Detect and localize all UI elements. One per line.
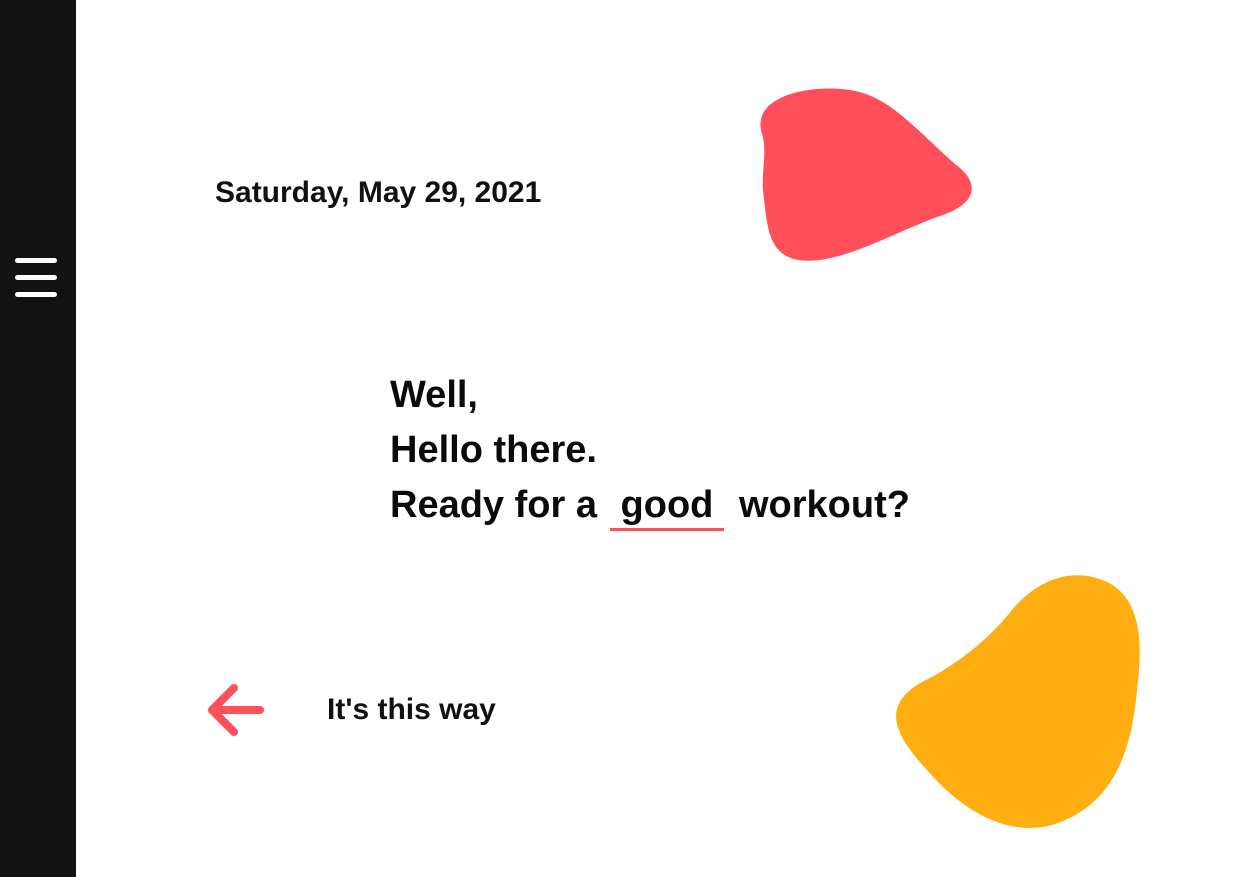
direction-link[interactable]: It's this way [206, 682, 496, 738]
arrow-left-icon [208, 684, 264, 736]
highlighted-word: good [609, 482, 725, 531]
sidebar [0, 0, 76, 877]
page: Saturday, May 29, 2021 Well, Hello there… [0, 0, 1250, 877]
greeting-line-3: Ready for a good workout? [390, 478, 910, 533]
greeting-line-1: Well, [390, 374, 478, 416]
red-blob-decoration [760, 88, 972, 261]
greeting-line-3-prefix: Ready for a [390, 484, 597, 526]
greeting-line-3-suffix: workout? [738, 484, 910, 526]
menu-button[interactable] [15, 256, 57, 300]
yellow-blob-decoration [896, 575, 1140, 828]
greeting-message: Well, Hello there. Ready for a good work… [390, 368, 910, 533]
current-date: Saturday, May 29, 2021 [215, 176, 542, 209]
direction-label: It's this way [327, 693, 496, 726]
greeting-line-2: Hello there. [390, 429, 597, 471]
